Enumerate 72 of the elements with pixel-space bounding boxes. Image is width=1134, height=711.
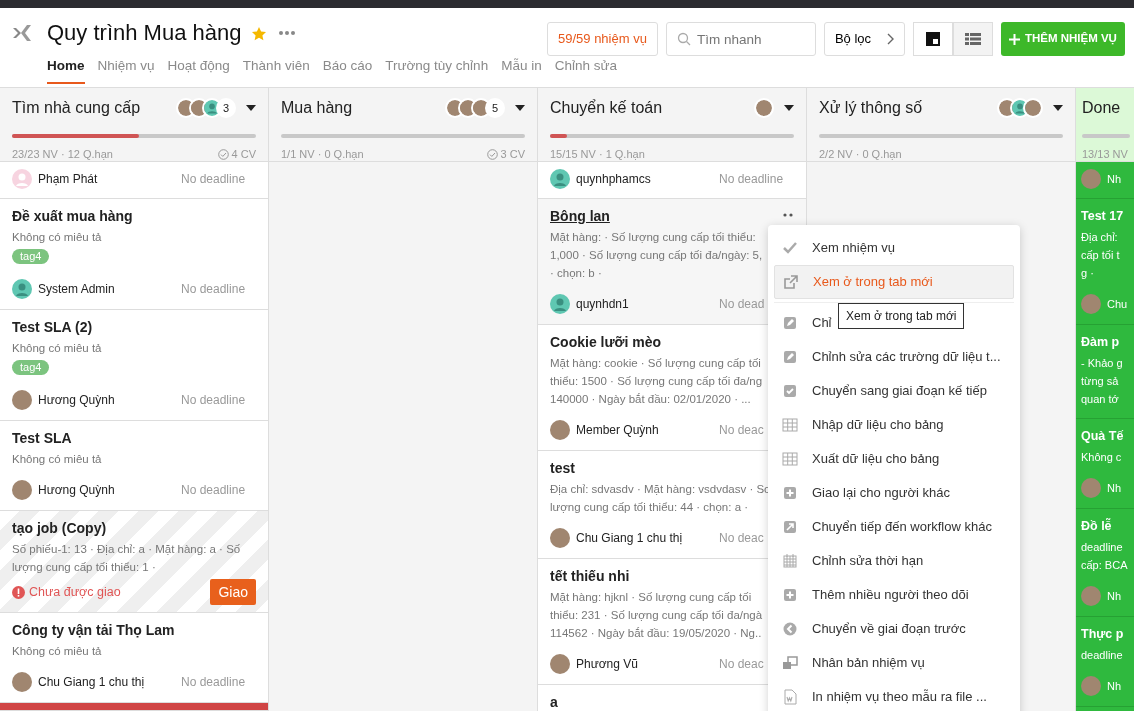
card-description: Mặt hàng: cookie · Số lượng cung cấp tối thiểu: 1500 · Số lượng cung cấp tối đa/ng 140000 · Ngày bắt đầu: 02/01/2020 · ...: [550, 356, 763, 407]
assignee-name: Nh: [1107, 678, 1122, 694]
card-title: Test 17: [1081, 208, 1124, 225]
member-count: 3: [216, 98, 236, 118]
card-title: a: [550, 693, 558, 711]
card-description: Mặt hàng: hjknl · Số lượng cung cấp tối thiểu: 231 · Số lượng cung cấp tối đa/ngà 114562 · Ngày bắt đầu: 19/05/2020 · Ng..: [550, 590, 763, 641]
card-description: deadline cấp: BCA: [1081, 540, 1128, 573]
board-title: Quy trình Mua hàng: [47, 22, 242, 44]
column-title: Chuyển kế toán: [550, 98, 663, 118]
tag: tag4: [12, 360, 50, 375]
card-title: Quà Tế: [1081, 428, 1124, 445]
assignee-name: Phạm Phát: [38, 171, 98, 188]
card-title: Test SLA (2): [12, 318, 93, 337]
column-stats: 13/13 NV: [1082, 147, 1128, 162]
assignee-name: Nh: [1107, 171, 1122, 187]
column-stats: 1/1 NV · 0 Q.hạn: [281, 147, 364, 162]
card-title: Công ty vận tải Thọ Lam: [12, 621, 175, 640]
deadline-label: No deac: [719, 422, 764, 439]
column-stats: 23/23 NV · 12 Q.hạn: [12, 147, 113, 162]
card-description: Không có miêu tả: [12, 644, 102, 659]
deadline-label: No deac: [719, 530, 764, 547]
card-title: Thực p: [1081, 626, 1124, 643]
column-title: Done: [1082, 98, 1121, 118]
deadline-label: No deadline: [181, 674, 246, 691]
assignee-name: System Admin: [38, 281, 115, 298]
subtask-count: 3 CV: [500, 147, 525, 162]
card-title: Cookie lưỡi mèo: [550, 333, 662, 352]
member-count: 5: [485, 98, 505, 118]
tooltip: Xem ở trong tab mới: [838, 303, 965, 329]
card-title: tết thiếu nhi: [550, 567, 630, 586]
card-description: Địa chỉ: cấp tối t g ·: [1081, 230, 1120, 281]
deadline-label: No deadline: [181, 281, 246, 298]
card-title: tạo job (Copy): [12, 519, 107, 538]
card-description: Không có miêu tả: [12, 230, 102, 245]
card-description: Không có miêu tả: [12, 341, 102, 356]
unassigned-label: Chưa được giao: [29, 583, 121, 601]
column-title: Tìm nhà cung cấp: [12, 98, 141, 118]
deadline-label: No deadline: [181, 171, 246, 188]
tag: tag4: [12, 249, 50, 264]
subtask-count: 4 CV: [231, 147, 256, 162]
deadline-label: No deadline: [181, 482, 246, 499]
column-title: Xử lý thông số: [819, 98, 923, 118]
assignee-name: Phương Vũ: [576, 656, 638, 673]
assignee-name: Hương Quỳnh: [38, 392, 115, 409]
assignee-name: Nh: [1107, 588, 1122, 604]
column-stats: 2/2 NV · 0 Q.hạn: [819, 147, 902, 162]
column-stats: 15/15 NV · 1 Q.hạn: [550, 147, 645, 162]
assignee-name: Chu: [1107, 296, 1128, 312]
deadline-label: No deadline: [719, 171, 784, 188]
card-description: Không c: [1081, 450, 1122, 465]
card-title: Bông lan: [550, 207, 610, 226]
assignee-name: quynhdn1: [576, 296, 629, 313]
deadline-label: No dead: [719, 296, 765, 313]
card-description: - Khảo g từng sả quan tớ: [1081, 356, 1123, 407]
card-description: Số phiếu-1: 13 · Địa chỉ: a · Mặt hàng: a · Số lượng cung cấp tối thiểu: 1 ·: [12, 542, 241, 575]
deadline-label: No deadline: [181, 392, 246, 409]
assignee-name: Hương Quỳnh: [38, 482, 115, 499]
assignee-name: Chu Giang 1 chu thị: [576, 530, 683, 547]
card-title: test: [550, 459, 575, 478]
assignee-name: Chu Giang 1 chu thị: [38, 674, 145, 691]
card-title: Test SLA: [12, 429, 72, 448]
card-description: Không có miêu tả: [12, 452, 102, 467]
card-title: Đàm p: [1081, 334, 1120, 351]
card-title: Đề xuất mua hàng: [12, 207, 133, 226]
card-description: deadline: [1081, 648, 1123, 663]
card-title: Đồ lễ: [1081, 517, 1112, 535]
assignee-name: Member Quỳnh: [576, 422, 659, 439]
card-description: Mặt hàng: · Số lượng cung cấp tối thiểu: 1,000 · Số lượng cung cấp tối đa/ngày: 5, · chọn: b ·: [550, 230, 763, 281]
assignee-name: Nh: [1107, 480, 1122, 496]
column-title: Mua hàng: [281, 98, 353, 118]
assignee-name: quynhphamcs: [576, 171, 651, 188]
deadline-label: No deac: [719, 656, 764, 673]
